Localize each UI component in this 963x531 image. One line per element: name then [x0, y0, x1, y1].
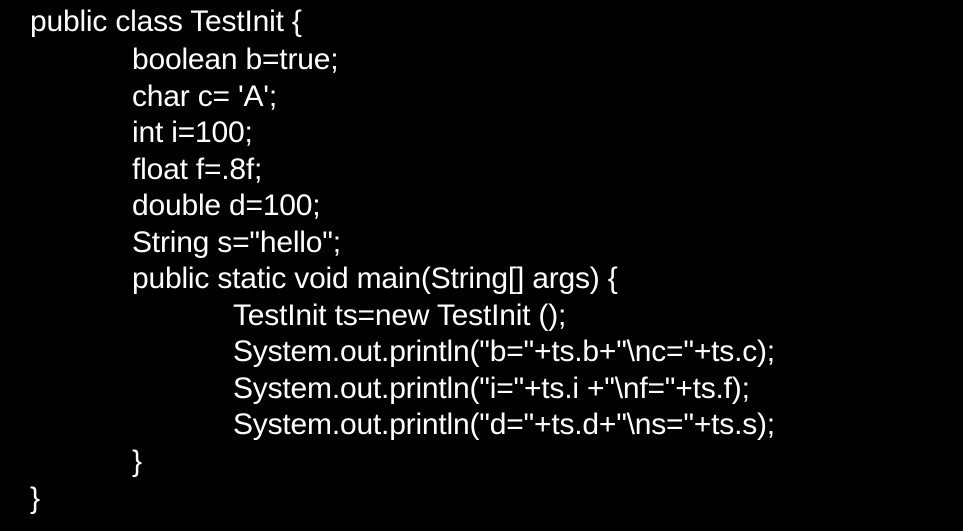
- code-line-print-i-f: System.out.println("i="+ts.i +"\nf="+ts.…: [233, 372, 750, 405]
- code-line-method-close: }: [132, 445, 142, 478]
- code-line-field-float: float f=.8f;: [132, 153, 263, 186]
- code-line-instantiate: TestInit ts=new TestInit ();: [233, 299, 567, 332]
- code-line-print-d-s: System.out.println("d="+ts.d+"\ns="+ts.s…: [233, 408, 775, 441]
- code-line-field-boolean: boolean b=true;: [132, 43, 339, 76]
- code-view: public class TestInit { boolean b=true; …: [0, 0, 963, 531]
- code-line-class-close: }: [30, 482, 40, 515]
- code-line-field-int: int i=100;: [132, 116, 253, 149]
- code-line-main-method: public static void main(String[] args) {: [132, 262, 618, 295]
- code-line-field-string: String s="hello";: [132, 226, 341, 259]
- code-line-print-b-c: System.out.println("b="+ts.b+"\nc="+ts.c…: [233, 335, 775, 368]
- code-line-field-char: char c= 'A';: [132, 80, 277, 113]
- code-line-class-declaration: public class TestInit {: [30, 5, 302, 38]
- code-line-field-double: double d=100;: [132, 189, 321, 222]
